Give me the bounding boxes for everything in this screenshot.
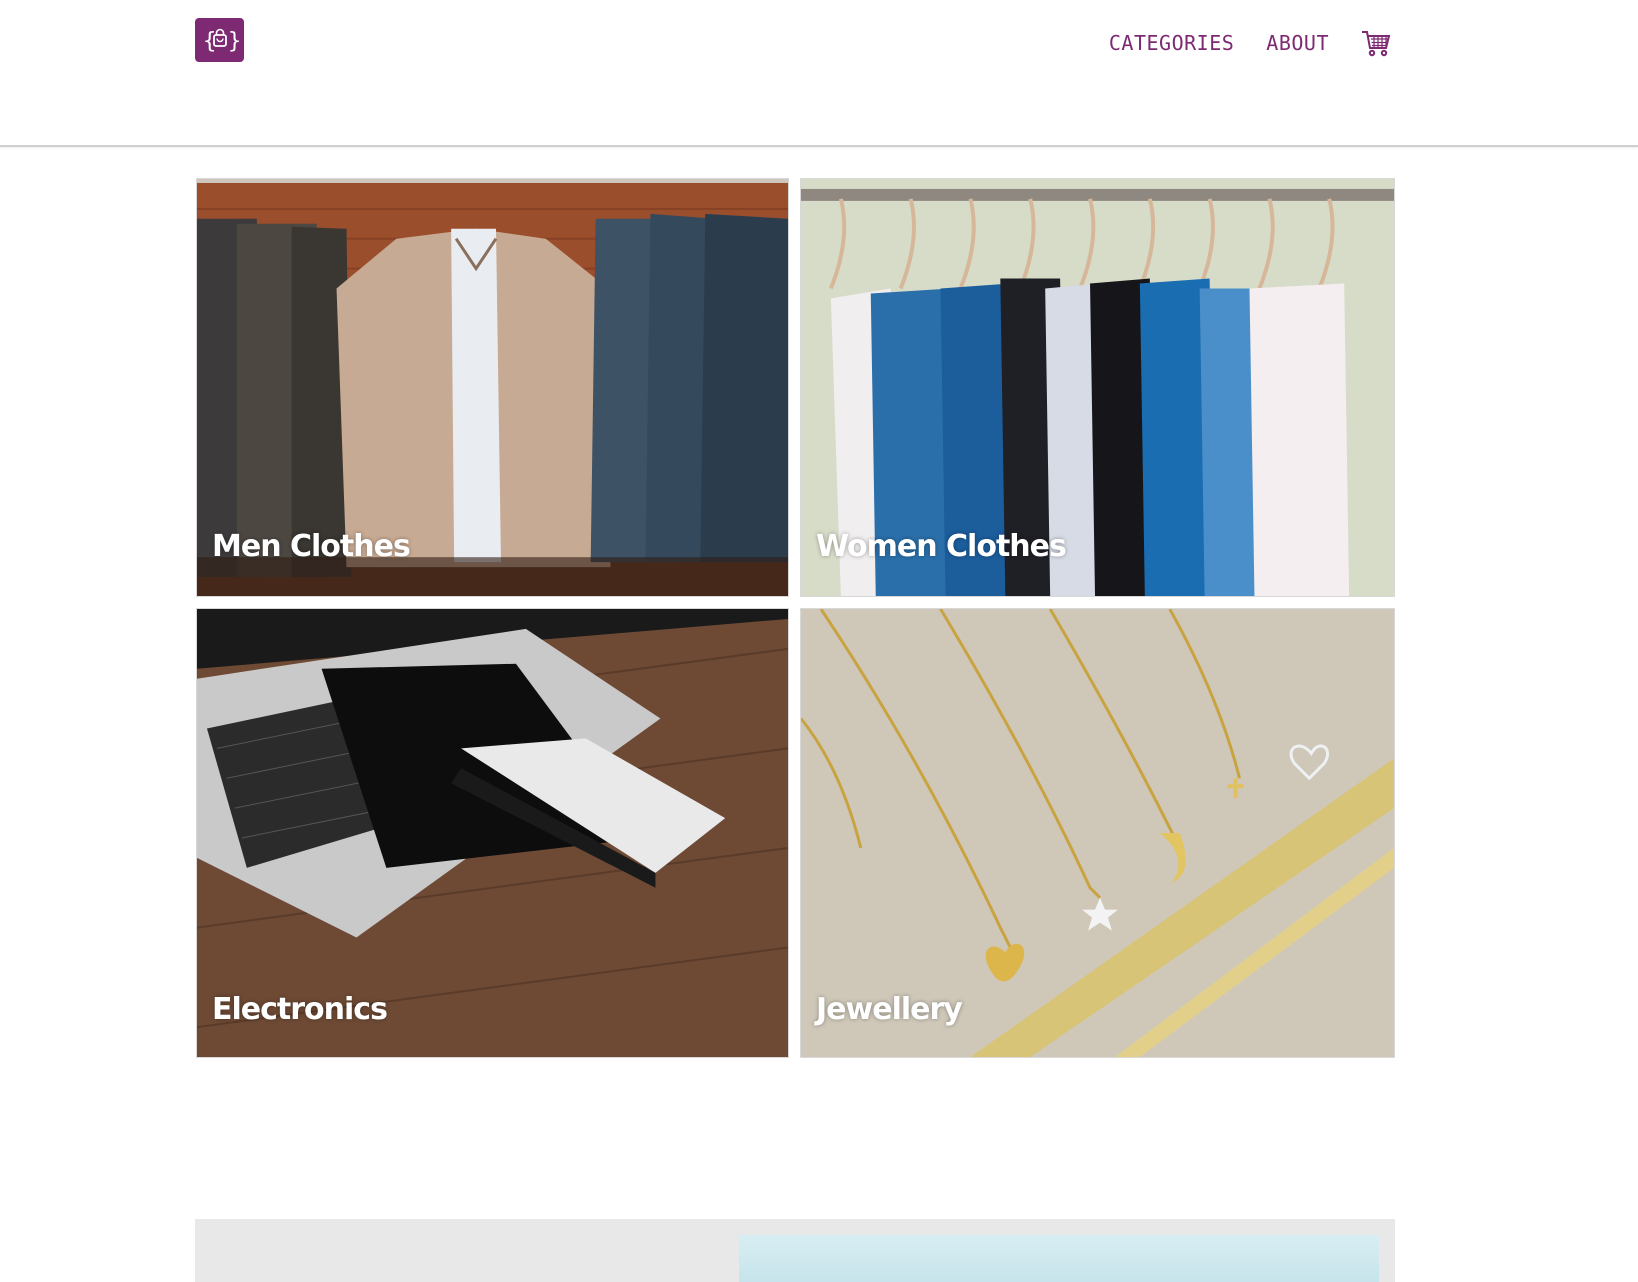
shopping-bag-icon: { } bbox=[203, 28, 239, 54]
svg-text:}: } bbox=[228, 29, 239, 54]
logo[interactable]: { } bbox=[195, 18, 244, 62]
nav-about-link[interactable]: ABOUT bbox=[1266, 31, 1329, 55]
category-label: Women Clothes bbox=[816, 529, 1067, 564]
category-tile-jewellery[interactable]: Jewellery bbox=[800, 608, 1395, 1058]
nav-categories-link[interactable]: CATEGORIES bbox=[1109, 31, 1234, 55]
site-header: { } CATEGORIES ABOUT bbox=[0, 0, 1638, 147]
category-label: Jewellery bbox=[816, 992, 963, 1027]
category-label: Electronics bbox=[212, 992, 388, 1027]
jewellery-image bbox=[801, 609, 1394, 1057]
footer-image bbox=[739, 1235, 1379, 1282]
category-tile-men-clothes[interactable]: Men Clothes bbox=[196, 178, 789, 597]
category-tile-electronics[interactable]: Electronics bbox=[196, 608, 789, 1058]
category-label: Men Clothes bbox=[212, 529, 411, 564]
category-tile-women-clothes[interactable]: Women Clothes bbox=[800, 178, 1395, 597]
main-nav: CATEGORIES ABOUT bbox=[1109, 28, 1391, 58]
electronics-image bbox=[197, 609, 788, 1057]
shopping-cart-icon[interactable] bbox=[1361, 28, 1391, 58]
